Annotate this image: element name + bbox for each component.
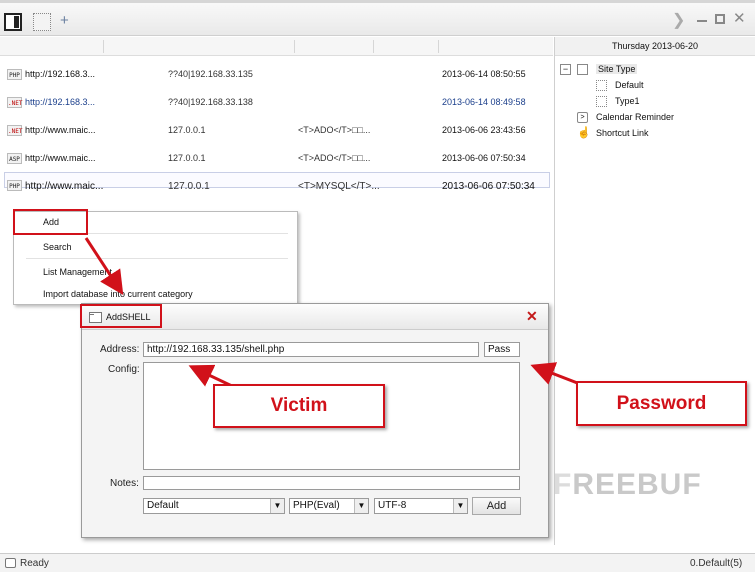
victim-callout: Victim xyxy=(213,384,385,428)
watermark: FREEBUF xyxy=(553,468,702,502)
watermark-first: F xyxy=(553,468,573,501)
arrow-to-addshell xyxy=(84,237,124,296)
status-text: Ready xyxy=(20,558,49,569)
status-bar: Ready 0.Default(5) xyxy=(0,553,755,572)
arrow-to-password xyxy=(530,362,581,386)
watermark-rest: REEBUF xyxy=(572,468,702,501)
status-category-count: 0.Default(5) xyxy=(690,558,743,569)
status-icon xyxy=(5,558,16,568)
password-callout: Password xyxy=(576,381,747,426)
